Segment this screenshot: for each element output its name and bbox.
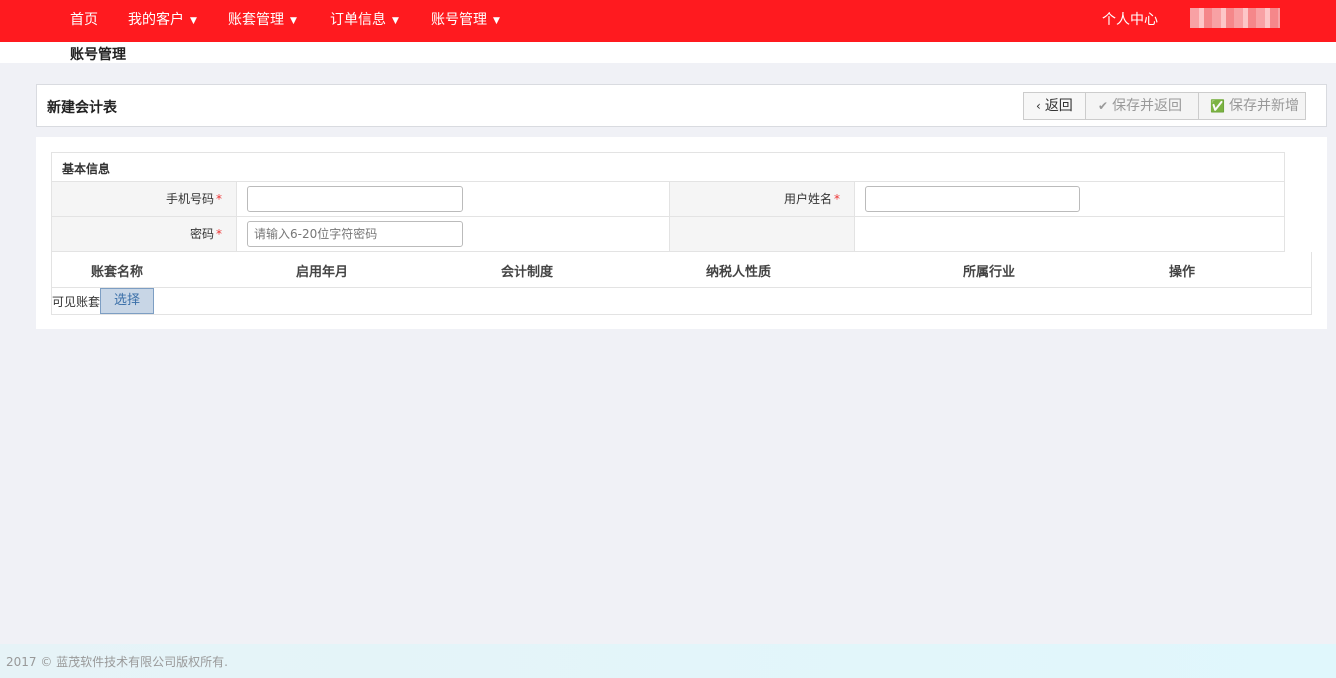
table-header: 账套名称 启用年月 会计制度 纳税人性质 所属行业 操作 — [52, 252, 1311, 288]
phone-cell — [236, 182, 669, 216]
save-and-return-button[interactable]: ✔ 保存并返回 — [1086, 92, 1199, 120]
empty-value-cell — [854, 217, 1284, 251]
nav-orders-label: 订单信息 — [330, 12, 386, 28]
breadcrumb: 账号管理 — [70, 47, 126, 63]
copyright-text: 2017 © 蓝茂软件技术有限公司版权所有. — [6, 655, 228, 669]
required-mark: * — [216, 192, 222, 206]
password-cell — [236, 217, 669, 251]
nav-customers-label: 我的客户 — [128, 12, 184, 28]
nav-customers[interactable]: 我的客户 ▼ — [128, 0, 197, 42]
nav-accounts-set-label: 账套管理 — [228, 12, 284, 28]
password-input[interactable] — [247, 221, 463, 247]
caret-down-icon: ▼ — [392, 16, 399, 26]
check-icon: ✔ — [1098, 99, 1109, 113]
visible-accounts-table: 账套名称 启用年月 会计制度 纳税人性质 所属行业 操作 可见账套 选择 — [51, 252, 1312, 315]
nav-account-mgmt-label: 账号管理 — [431, 12, 487, 28]
required-mark: * — [216, 227, 222, 241]
phone-label: 手机号码 * — [52, 182, 236, 216]
action-buttons: ‹ 返回 ✔ 保存并返回 ✅ 保存并新增 — [1023, 92, 1306, 120]
section-title: 基本信息 — [62, 162, 111, 176]
top-navbar: 首页 我的客户 ▼ 账套管理 ▼ 订单信息 ▼ 账号管理 ▼ 个人中心 — [0, 0, 1336, 42]
chevron-left-icon: ‹ — [1036, 99, 1041, 113]
save-and-return-label: 保存并返回 — [1112, 98, 1183, 114]
nav-home[interactable]: 首页 — [70, 0, 98, 42]
form-row: 密码 * — [52, 216, 1284, 251]
page-title: 新建会计表 — [47, 100, 117, 116]
column-header: 操作 — [1169, 265, 1196, 280]
caret-down-icon: ▼ — [290, 16, 297, 26]
required-mark: * — [834, 192, 840, 206]
user-name-blurred[interactable] — [1190, 8, 1280, 28]
phone-label-text: 手机号码 — [165, 192, 214, 206]
username-input[interactable] — [865, 186, 1080, 212]
basic-info-section: 基本信息 手机号码 * 用户姓名 * 密码 * — [51, 152, 1285, 252]
column-header: 启用年月 — [296, 265, 349, 280]
caret-down-icon: ▼ — [190, 16, 197, 26]
username-cell — [854, 182, 1284, 216]
username-label: 用户姓名 * — [669, 182, 854, 216]
password-label: 密码 * — [52, 217, 236, 251]
password-label-text: 密码 — [189, 227, 214, 241]
visible-accounts-label: 可见账套 — [52, 295, 101, 309]
footer: 2017 © 蓝茂软件技术有限公司版权所有. — [0, 644, 1336, 678]
column-header: 纳税人性质 — [706, 265, 772, 280]
caret-down-icon: ▼ — [493, 16, 500, 26]
title-panel: 新建会计表 ‹ 返回 ✔ 保存并返回 ✅ 保存并新增 — [36, 84, 1327, 127]
empty-label-cell — [669, 217, 854, 251]
nav-accounts-set[interactable]: 账套管理 ▼ — [228, 0, 297, 42]
back-button-label: 返回 — [1044, 98, 1073, 114]
back-button[interactable]: ‹ 返回 — [1023, 92, 1086, 120]
check-circle-icon: ✅ — [1210, 99, 1225, 113]
save-and-new-label: 保存并新增 — [1228, 98, 1299, 114]
column-header: 所属行业 — [963, 265, 1016, 280]
username-label-text: 用户姓名 — [783, 192, 832, 206]
form-panel: 基本信息 手机号码 * 用户姓名 * 密码 * 账套名称 启用年月 会计制度 纳… — [36, 137, 1327, 329]
form-row: 手机号码 * 用户姓名 * — [52, 181, 1284, 216]
nav-profile[interactable]: 个人中心 — [1102, 0, 1158, 42]
column-header: 会计制度 — [501, 265, 554, 280]
phone-input[interactable] — [247, 186, 463, 212]
divider — [1284, 152, 1285, 252]
select-button[interactable]: 选择 — [100, 288, 154, 314]
sub-header: 账号管理 — [0, 42, 1336, 63]
save-and-new-button[interactable]: ✅ 保存并新增 — [1199, 92, 1306, 120]
nav-account-mgmt[interactable]: 账号管理 ▼ — [431, 0, 500, 42]
nav-orders[interactable]: 订单信息 ▼ — [330, 0, 399, 42]
column-header: 账套名称 — [91, 265, 144, 280]
